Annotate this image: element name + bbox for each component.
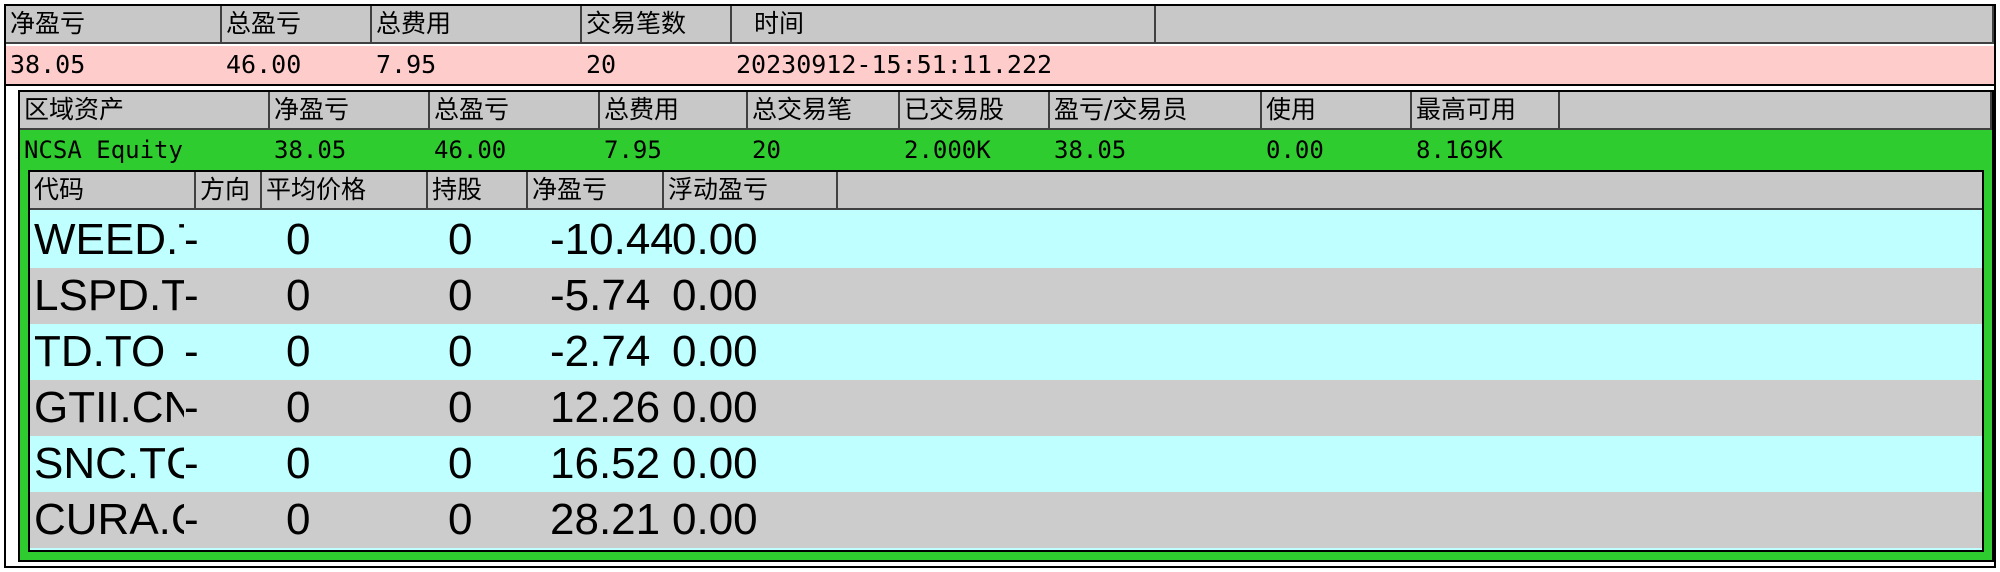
cell-avg-price: 0 <box>286 215 311 264</box>
region-net-pnl: 38.05 <box>274 136 347 164</box>
cell-net-pnl: -10.44 <box>550 215 672 264</box>
cell-code: WEED.T <box>34 215 184 264</box>
positions-header-row: 代码 方向 平均价格 持股 净盈亏 浮动盈亏 <box>30 172 1982 210</box>
summary-trade-count: 20 <box>586 50 617 79</box>
cell-net-pnl: 16.52 <box>550 439 661 488</box>
header-total-pnl[interactable]: 总盈亏 <box>222 6 372 44</box>
summary-total-fee: 7.95 <box>376 50 437 79</box>
header-avg-price[interactable]: 平均价格 <box>262 172 428 210</box>
region-max-available: 8.169K <box>1416 136 1503 164</box>
cell-avg-price: 0 <box>286 327 311 376</box>
cell-float-pnl: 0.00 <box>672 327 758 376</box>
region-total-pnl: 46.00 <box>434 136 507 164</box>
header-region-total-pnl[interactable]: 总盈亏 <box>430 92 600 130</box>
cell-shares: 0 <box>448 215 473 264</box>
header-shares[interactable]: 持股 <box>428 172 528 210</box>
cell-shares: 0 <box>448 327 473 376</box>
cell-direction: - <box>184 383 199 432</box>
region-shares-traded: 2.000K <box>904 136 991 164</box>
cell-direction: - <box>184 271 199 320</box>
cell-direction: - <box>184 439 199 488</box>
summary-total-pnl: 46.00 <box>226 50 302 79</box>
header-net-pnl-pos[interactable]: 净盈亏 <box>528 172 664 210</box>
cell-code: GTII.CN <box>34 383 184 432</box>
region-total-fee: 7.95 <box>604 136 662 164</box>
cell-code: SNC.TC <box>34 439 184 488</box>
cell-code: TD.TO <box>34 327 166 376</box>
cell-net-pnl: 28.21 <box>550 495 661 544</box>
cell-avg-price: 0 <box>286 495 311 544</box>
cell-float-pnl: 0.00 <box>672 495 758 544</box>
header-float-pnl[interactable]: 浮动盈亏 <box>664 172 838 210</box>
table-row[interactable]: LSPD.T - 0 0 -5.74 0.00 <box>30 268 1982 324</box>
cell-shares: 0 <box>448 495 473 544</box>
header-empty <box>1156 6 1994 44</box>
cell-float-pnl: 0.00 <box>672 271 758 320</box>
region-asset: NCSA Equity <box>24 136 183 164</box>
table-row[interactable]: CURA.C - 0 0 28.21 0.00 <box>30 492 1982 548</box>
cell-float-pnl: 0.00 <box>672 439 758 488</box>
cell-avg-price: 0 <box>286 383 311 432</box>
header-region-shares-traded[interactable]: 已交易股 <box>900 92 1050 130</box>
region-total-trades: 20 <box>752 136 781 164</box>
table-row[interactable]: TD.TO - 0 0 -2.74 0.00 <box>30 324 1982 380</box>
header-region-net-pnl[interactable]: 净盈亏 <box>270 92 430 130</box>
header-time[interactable]: 时间 <box>732 6 1156 44</box>
cell-shares: 0 <box>448 383 473 432</box>
cell-net-pnl: -2.74 <box>550 327 651 376</box>
cell-shares: 0 <box>448 271 473 320</box>
summary-header-row: 净盈亏 总盈亏 总费用 交易笔数 时间 <box>6 6 1994 44</box>
header-region-total-fee[interactable]: 总费用 <box>600 92 748 130</box>
cell-float-pnl: 0.00 <box>672 215 758 264</box>
positions-table: 代码 方向 平均价格 持股 净盈亏 浮动盈亏 WEED.T - 0 0 -10.… <box>28 170 1984 552</box>
header-total-fee[interactable]: 总费用 <box>372 6 582 44</box>
region-header-row: 区域资产 净盈亏 总盈亏 总费用 总交易笔 已交易股 盈亏/交易员 使用 最高可… <box>20 92 1992 130</box>
header-region-usage[interactable]: 使用 <box>1262 92 1412 130</box>
cell-direction: - <box>184 215 199 264</box>
header-region-empty <box>1560 92 1992 130</box>
region-usage: 0.00 <box>1266 136 1324 164</box>
table-row[interactable]: WEED.T - 0 0 -10.44 0.00 <box>30 212 1982 268</box>
region-pnl-per-trader: 38.05 <box>1054 136 1127 164</box>
cell-direction: - <box>184 327 199 376</box>
cell-avg-price: 0 <box>286 271 311 320</box>
table-row[interactable]: SNC.TC - 0 0 16.52 0.00 <box>30 436 1982 492</box>
cell-code: LSPD.T <box>34 271 184 320</box>
cell-avg-price: 0 <box>286 439 311 488</box>
table-row[interactable]: GTII.CN - 0 0 12.26 0.00 <box>30 380 1982 436</box>
header-code[interactable]: 代码 <box>30 172 196 210</box>
cell-code: CURA.C <box>34 495 184 544</box>
header-direction[interactable]: 方向 <box>196 172 262 210</box>
header-net-pnl[interactable]: 净盈亏 <box>6 6 222 44</box>
cell-net-pnl: 12.26 <box>550 383 661 432</box>
header-region-max-available[interactable]: 最高可用 <box>1412 92 1560 130</box>
header-region-total-trades[interactable]: 总交易笔 <box>748 92 900 130</box>
header-region-asset[interactable]: 区域资产 <box>20 92 270 130</box>
summary-net-pnl: 38.05 <box>10 50 86 79</box>
header-region-pnl-per-trader[interactable]: 盈亏/交易员 <box>1050 92 1262 130</box>
cell-float-pnl: 0.00 <box>672 383 758 432</box>
cell-shares: 0 <box>448 439 473 488</box>
cell-direction: - <box>184 495 199 544</box>
cell-net-pnl: -5.74 <box>550 271 651 320</box>
header-trade-count[interactable]: 交易笔数 <box>582 6 732 44</box>
header-positions-empty <box>838 172 1982 210</box>
trading-window: 净盈亏 总盈亏 总费用 交易笔数 时间 38.05 46.00 7.95 20 … <box>4 4 1996 568</box>
summary-values-row: 38.05 46.00 7.95 20 20230912-15:51:11.22… <box>6 46 1994 86</box>
region-values-row[interactable]: NCSA Equity 38.05 46.00 7.95 20 2.000K 3… <box>20 132 1992 168</box>
summary-time: 20230912-15:51:11.222 <box>736 50 1053 79</box>
region-panel: 区域资产 净盈亏 总盈亏 总费用 总交易笔 已交易股 盈亏/交易员 使用 最高可… <box>18 90 1994 562</box>
